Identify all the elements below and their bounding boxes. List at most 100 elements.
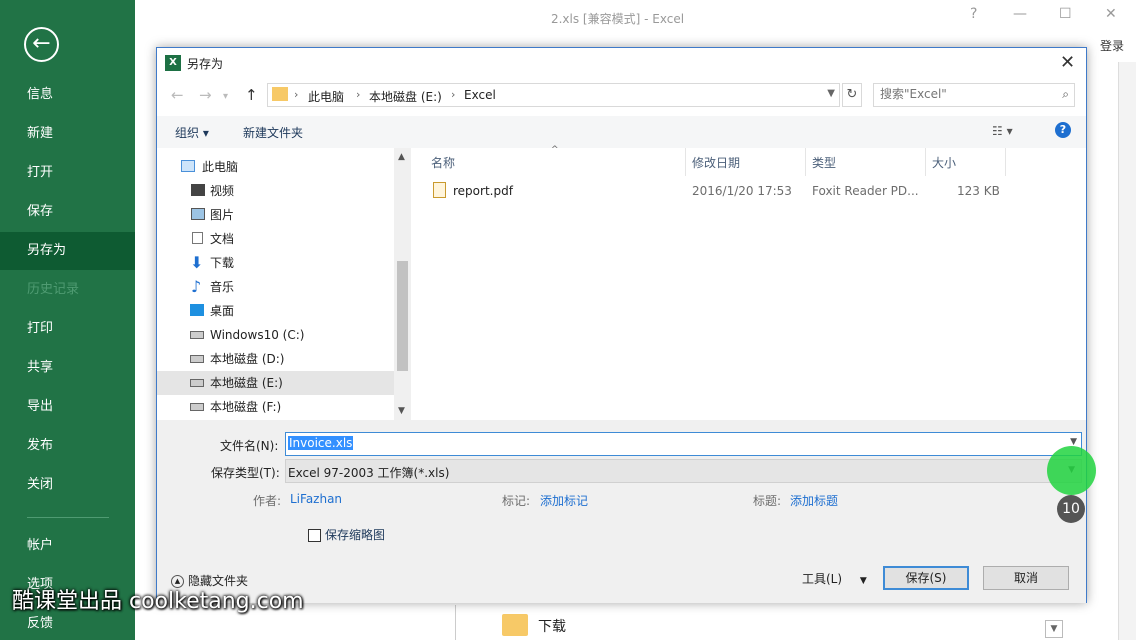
column-divider[interactable] (685, 148, 686, 176)
tree-item-desktop[interactable]: 桌面 (157, 299, 394, 323)
search-box[interactable]: ⌕ (873, 83, 1075, 107)
tree-item-music[interactable]: ♪ 音乐 (157, 275, 394, 299)
column-header-size[interactable]: 大小 (932, 154, 956, 171)
address-bar[interactable]: › 此电脑 › 本地磁盘 (E:) › Excel ▼ (267, 83, 840, 107)
organize-button[interactable]: 组织 ▾ (175, 124, 209, 141)
backstage-item-open[interactable]: 打开 (0, 154, 135, 192)
backstage-item-account[interactable]: 帐户 (0, 527, 135, 565)
dialog-title: 另存为 (187, 57, 224, 71)
author-label: 作者: (253, 494, 282, 508)
tree-item-this-pc[interactable]: 此电脑 (157, 155, 394, 179)
tools-dropdown-icon: ▼ (859, 576, 867, 586)
author-value[interactable]: LiFazhan (290, 492, 342, 506)
backstage-item-export[interactable]: 导出 (0, 388, 135, 426)
recent-dropdown-icon[interactable]: ▾ (223, 91, 228, 102)
scroll-down-icon[interactable]: ▼ (398, 406, 405, 416)
save-button[interactable]: 保存(S) (883, 566, 969, 590)
column-divider[interactable] (925, 148, 926, 176)
tree-item-drive-d[interactable]: 本地磁盘 (D:) (157, 347, 394, 371)
file-list: ^ 名称 修改日期 类型 大小 report.pdf 2016/1/20 17:… (411, 145, 1086, 420)
backstage-item-info[interactable]: 信息 (0, 76, 135, 114)
drive-icon (190, 403, 204, 411)
save-thumbnail-checkbox[interactable] (308, 529, 321, 542)
tree-item-documents[interactable]: 文档 (157, 227, 394, 251)
tree-item-drive-f[interactable]: 本地磁盘 (F:) (157, 395, 394, 419)
title-label: 标题: (753, 494, 782, 508)
tree-label: 本地磁盘 (E:) (210, 376, 283, 390)
backstage-item-save[interactable]: 保存 (0, 193, 135, 231)
breadcrumb-drive-e[interactable]: 本地磁盘 (E:) (369, 88, 442, 105)
add-tags-link[interactable]: 添加标记 (540, 492, 588, 509)
search-icon[interactable]: ⌕ (1062, 87, 1069, 102)
navigation-pane: 此电脑 视频 图片 文档 ⬇ 下载 ♪ 音乐 桌面 Windows10 (C:) (157, 148, 394, 420)
breadcrumb-separator-icon: › (294, 88, 299, 101)
dialog-close-icon[interactable]: ✕ (1060, 52, 1075, 73)
breadcrumb-excel[interactable]: Excel (464, 88, 496, 102)
help-icon[interactable]: ? (1055, 122, 1071, 138)
refresh-icon[interactable]: ↻ (842, 83, 862, 107)
tree-item-drive-e[interactable]: 本地磁盘 (E:) (157, 371, 394, 395)
video-icon (191, 184, 205, 196)
windows-drive-icon (190, 331, 204, 339)
navigation-scrollbar[interactable]: ▲ ▼ (394, 148, 411, 420)
address-dropdown-icon[interactable]: ▼ (827, 88, 835, 99)
breadcrumb-this-pc[interactable]: 此电脑 (308, 88, 344, 105)
file-name: report.pdf (453, 184, 513, 198)
forward-icon[interactable]: → (199, 86, 212, 104)
window-close-icon[interactable]: ✕ (1105, 6, 1117, 22)
file-size: 123 KB (957, 184, 1000, 198)
column-header-type[interactable]: 类型 (812, 154, 836, 171)
backstage-item-share[interactable]: 共享 (0, 349, 135, 387)
column-divider[interactable] (805, 148, 806, 176)
tree-item-drive-c[interactable]: Windows10 (C:) (157, 323, 394, 347)
save-thumbnail-label[interactable]: 保存缩略图 (325, 526, 385, 543)
add-title-link[interactable]: 添加标题 (790, 492, 838, 509)
backstage-item-save-as[interactable]: 另存为 (0, 232, 135, 270)
filename-input[interactable]: Invoice.xls ▼ (285, 432, 1082, 456)
tree-label: Windows10 (C:) (210, 328, 305, 342)
login-link[interactable]: 登录 (1100, 37, 1124, 54)
search-input[interactable] (880, 87, 1050, 101)
music-note-icon: ♪ (191, 277, 202, 296)
scroll-down-icon[interactable]: ▼ (1045, 620, 1063, 638)
tree-item-videos[interactable]: 视频 (157, 179, 394, 203)
back-icon[interactable]: ← (171, 86, 184, 104)
help-icon[interactable]: ? (970, 6, 977, 22)
tools-menu[interactable]: 工具(L) ▼ (802, 570, 867, 587)
new-folder-button[interactable]: 新建文件夹 (243, 124, 303, 141)
backstage-item-history: 历史记录 (27, 282, 80, 297)
maximize-icon[interactable]: ☐ (1059, 6, 1072, 22)
cancel-button[interactable]: 取消 (983, 566, 1069, 590)
scroll-up-icon[interactable]: ▲ (398, 152, 405, 162)
step-number-badge: 10 (1057, 495, 1085, 523)
column-header-modified[interactable]: 修改日期 (692, 154, 740, 171)
column-divider[interactable] (1005, 148, 1006, 176)
folder-icon (502, 614, 528, 636)
tree-label: 音乐 (210, 280, 235, 294)
column-header-name[interactable]: 名称 (431, 154, 455, 171)
window-title: 2.xls [兼容模式] - Excel (550, 12, 685, 26)
backstage-item-publish[interactable]: 发布 (0, 427, 135, 465)
filetype-label: 保存类型(T): (211, 466, 280, 480)
backstage-item-print[interactable]: 打印 (0, 310, 135, 348)
tree-label: 本地磁盘 (F:) (210, 400, 282, 414)
scroll-thumb[interactable] (397, 261, 408, 371)
view-options-icon[interactable]: ☷ ▾ (992, 124, 1013, 138)
filetype-value: Excel 97-2003 工作簿(*.xls) (288, 466, 450, 480)
back-arrow-icon[interactable]: ← (24, 27, 59, 62)
minimize-icon[interactable]: — (1013, 6, 1027, 22)
click-highlight-circle (1047, 446, 1096, 495)
up-icon[interactable]: ↑ (245, 86, 258, 104)
file-type: Foxit Reader PD... (812, 184, 919, 198)
filetype-select[interactable]: Excel 97-2003 工作簿(*.xls) ▼ (285, 459, 1082, 483)
tags-label: 标记: (502, 494, 531, 508)
backstage-item-close[interactable]: 关闭 (0, 466, 135, 504)
tree-item-pictures[interactable]: 图片 (157, 203, 394, 227)
tree-item-downloads[interactable]: ⬇ 下载 (157, 251, 394, 275)
watermark: 酷课堂出品 coolketang.com (12, 589, 304, 614)
background-scrollbar[interactable] (1118, 62, 1136, 640)
background-folder-label[interactable]: 下载 (538, 616, 566, 636)
sort-ascending-icon: ^ (551, 145, 559, 155)
backstage-sidebar: ← 信息 新建 打开 保存 另存为 历史记录 打印 共享 导出 发布 关闭 帐户… (0, 0, 135, 640)
backstage-item-new[interactable]: 新建 (0, 115, 135, 153)
